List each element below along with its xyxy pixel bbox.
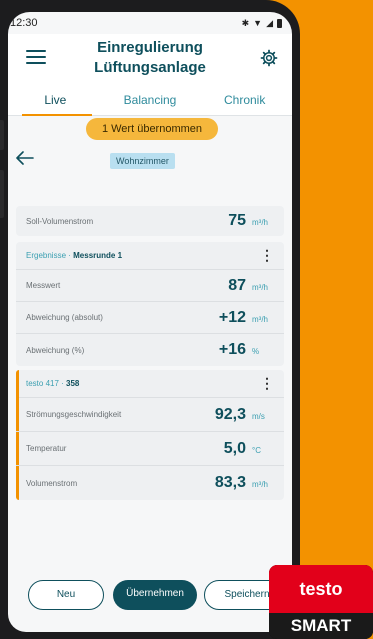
row-label: Abweichung (%) bbox=[26, 345, 85, 355]
row-value: 83,3 bbox=[214, 474, 246, 491]
status-icons: ✱ ▼ ◢ bbox=[242, 18, 282, 29]
tab-live[interactable]: Live bbox=[8, 86, 103, 115]
tab-balancing[interactable]: Balancing bbox=[103, 86, 198, 115]
row-value-group: +16% bbox=[219, 341, 274, 359]
logo-bottom: SMART bbox=[269, 613, 373, 639]
row-value-group: 83,3 m³/h bbox=[215, 474, 274, 492]
tab-bar: Live Balancing Chronik bbox=[8, 86, 292, 116]
row-unit: m/s bbox=[252, 411, 265, 421]
active-tab-indicator bbox=[22, 114, 92, 116]
row-unit: % bbox=[252, 347, 260, 356]
row-value: +16 bbox=[218, 341, 246, 358]
target-label: Soll-Volumenstrom bbox=[26, 216, 94, 226]
row-value: 92,3 bbox=[214, 405, 246, 423]
bluetooth-icon: ✱ bbox=[241, 17, 250, 28]
row-value-group: 92,3 m/s bbox=[215, 406, 274, 424]
results-heading: Ergebnisse · Messrunde 1 bbox=[26, 251, 122, 260]
phone-frame: 12:30 ✱ ▼ ◢ Einregulierung Lüftungsanlag… bbox=[0, 0, 300, 639]
status-bar: 12:30 ✱ ▼ ◢ bbox=[8, 12, 292, 34]
results-row: Messwert 87 m³/h bbox=[16, 270, 284, 302]
target-value: 75 bbox=[228, 212, 246, 229]
title-line-1: Einregulierung bbox=[97, 39, 203, 56]
row-value-group: 5,0 °C bbox=[224, 440, 274, 458]
logo-word: testo bbox=[299, 578, 343, 599]
row-label: Volumenstrom bbox=[26, 478, 78, 488]
gear-icon[interactable] bbox=[260, 49, 278, 67]
tab-chronik[interactable]: Chronik bbox=[197, 86, 292, 115]
probe-heading: testo 417 · 358 bbox=[26, 379, 79, 388]
row-value-group: +12 m³/h bbox=[219, 309, 274, 327]
probe-row: Strömungsgeschwindigkeit 92,3 m/s bbox=[16, 398, 284, 432]
more-options-icon[interactable]: ⋮ bbox=[260, 247, 274, 264]
logo-top: testo bbox=[269, 565, 373, 613]
back-arrow-icon[interactable] bbox=[16, 151, 34, 165]
probe-header: testo 417 · 358 ⋮ bbox=[16, 370, 284, 398]
row-label: Temperatur bbox=[26, 444, 67, 453]
results-row: Abweichung (absolut) +12 m³/h bbox=[16, 302, 284, 334]
row-label: Abweichung (absolut) bbox=[26, 313, 103, 322]
row-unit: m³/h bbox=[252, 282, 268, 292]
row-value-group: 87 m³/h bbox=[228, 277, 274, 295]
row-unit: m³/h bbox=[252, 480, 268, 489]
results-heading-round: Messrunde 1 bbox=[73, 251, 123, 260]
row-value: 87 bbox=[228, 276, 246, 294]
more-options-icon[interactable]: ⋮ bbox=[260, 375, 274, 392]
row-unit: m³/h bbox=[252, 314, 268, 324]
results-header: Ergebnisse · Messrunde 1 ⋮ bbox=[16, 242, 284, 270]
row-label: Messwert bbox=[26, 281, 61, 290]
side-button bbox=[0, 120, 4, 150]
results-row: Abweichung (%) +16% bbox=[16, 334, 284, 366]
row-label: Strömungsgeschwindigkeit bbox=[26, 410, 122, 419]
row-value: 5,0 bbox=[223, 439, 246, 457]
target-value-group: 75 m³/h bbox=[228, 212, 274, 230]
results-heading-prefix: Ergebnisse · bbox=[26, 251, 74, 260]
wifi-icon: ▼ bbox=[253, 18, 263, 28]
status-badge: 1 Wert übernommen bbox=[86, 118, 218, 140]
title-line-2: Lüftungsanlage bbox=[94, 59, 206, 76]
signal-icon: ◢ bbox=[266, 17, 273, 28]
status-time: 12:30 bbox=[10, 17, 38, 29]
battery-icon bbox=[277, 18, 282, 28]
probe-row: Temperatur 5,0 °C bbox=[16, 432, 284, 466]
probe-heading-id: 358 bbox=[66, 379, 80, 388]
menu-icon[interactable] bbox=[26, 50, 46, 64]
apply-button[interactable]: Übernehmen bbox=[113, 580, 197, 610]
action-bar: Neu Übernehmen Speichern bbox=[0, 560, 300, 610]
target-row: Soll-Volumenstrom 75 m³/h bbox=[16, 206, 284, 236]
side-button bbox=[0, 170, 4, 218]
room-tag: Wohnzimmer bbox=[110, 153, 175, 169]
probe-heading-prefix: testo 417 · bbox=[26, 379, 67, 388]
target-card: Soll-Volumenstrom 75 m³/h bbox=[16, 206, 284, 236]
app-header: Einregulierung Lüftungsanlage bbox=[8, 34, 292, 86]
page-title: Einregulierung Lüftungsanlage bbox=[58, 38, 242, 78]
row-value: +12 bbox=[218, 308, 246, 326]
results-card: Ergebnisse · Messrunde 1 ⋮ Messwert 87 m³… bbox=[16, 242, 284, 366]
new-button[interactable]: Neu bbox=[28, 580, 104, 610]
target-unit: m³/h bbox=[252, 218, 268, 227]
testo-smart-logo: testo SMART bbox=[269, 565, 373, 639]
row-unit: °C bbox=[252, 445, 261, 455]
probe-row: Volumenstrom 83,3 m³/h bbox=[16, 466, 284, 500]
probe-card: testo 417 · 358 ⋮ Strömungsgeschwindigke… bbox=[16, 370, 284, 500]
